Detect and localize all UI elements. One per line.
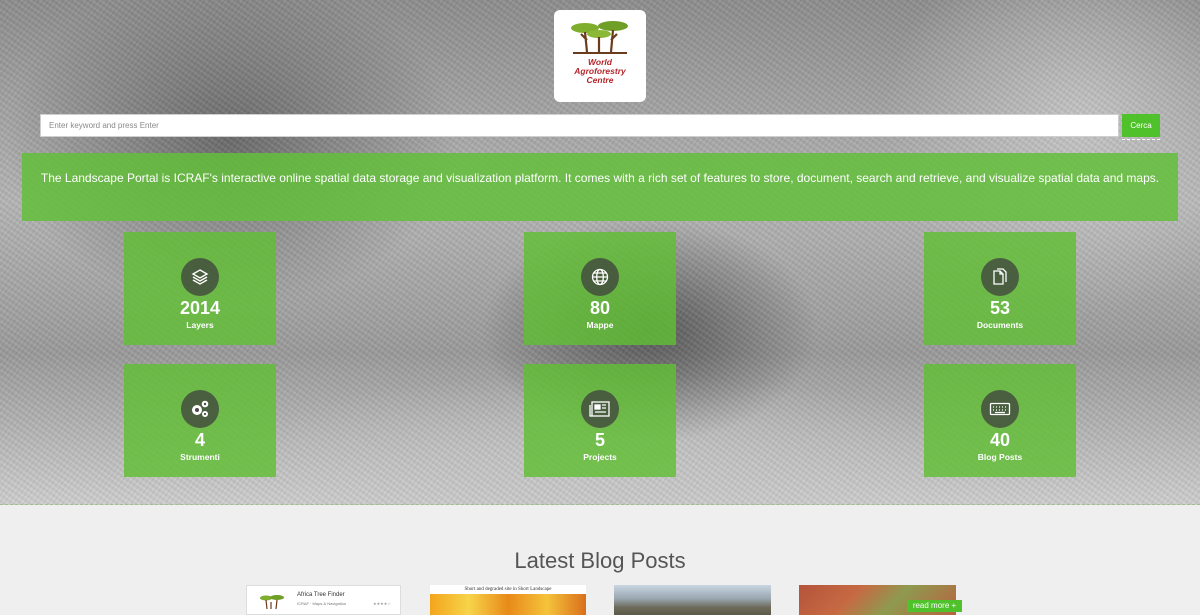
- documents-icon: [981, 258, 1019, 296]
- keyboard-icon: [981, 390, 1019, 428]
- stat-count: 5: [594, 430, 605, 450]
- intro-banner: The Landscape Portal is ICRAF's interact…: [22, 153, 1178, 221]
- blog-card[interactable]: Africa Tree Finder ICRAF · Maps & Naviga…: [246, 585, 401, 615]
- intro-text: The Landscape Portal is ICRAF's interact…: [40, 171, 1160, 185]
- read-more-button[interactable]: read more +: [907, 600, 962, 612]
- logo-wordmark: World Agroforestry Centre: [574, 57, 626, 85]
- stat-count: 40: [989, 430, 1011, 450]
- layers-icon: [181, 258, 219, 296]
- stat-tile-blog-posts[interactable]: 40 Blog Posts: [924, 364, 1076, 477]
- stat-count: 2014: [179, 298, 221, 318]
- stat-label: Blog Posts: [977, 452, 1023, 462]
- stat-tile-projects[interactable]: 5 Projects: [524, 364, 676, 477]
- stat-count: 53: [989, 298, 1011, 318]
- stat-label: Mappe: [586, 320, 614, 330]
- search-underline: [1122, 139, 1160, 140]
- blog-section-title: Latest Blog Posts: [514, 548, 686, 573]
- stat-label: Layers: [186, 320, 214, 330]
- stat-label: Strumenti: [180, 452, 220, 462]
- stat-count: 80: [589, 298, 611, 318]
- hero-divider: [0, 504, 1200, 505]
- stat-label: Documents: [976, 320, 1024, 330]
- site-logo[interactable]: World Agroforestry Centre: [554, 10, 646, 102]
- search-input[interactable]: [40, 114, 1119, 137]
- cogs-icon: [181, 390, 219, 428]
- newspaper-icon: [581, 390, 619, 428]
- blog-card-caption: Short and degraded site in Short Landsca…: [430, 585, 586, 594]
- globe-icon: [581, 258, 619, 296]
- search-button[interactable]: Cerca: [1122, 114, 1160, 137]
- stat-count: 4: [194, 430, 205, 450]
- blog-card-rating: ★★★★☆: [373, 601, 391, 606]
- acacia-tree-icon: [260, 595, 284, 610]
- blog-card-subtitle: ICRAF · Maps & Navigation: [297, 601, 347, 606]
- blog-card[interactable]: [614, 585, 771, 615]
- stat-label: Projects: [583, 452, 617, 462]
- stat-tile-maps[interactable]: 80 Mappe: [524, 232, 676, 345]
- blog-card[interactable]: Short and degraded site in Short Landsca…: [430, 585, 586, 615]
- blog-card-title: Africa Tree Finder: [297, 592, 345, 598]
- stat-tile-layers[interactable]: 2014 Layers: [124, 232, 276, 345]
- stat-tile-documents[interactable]: 53 Documents: [924, 232, 1076, 345]
- stat-tile-tools[interactable]: 4 Strumenti: [124, 364, 276, 477]
- acacia-tree-icon: [571, 21, 628, 54]
